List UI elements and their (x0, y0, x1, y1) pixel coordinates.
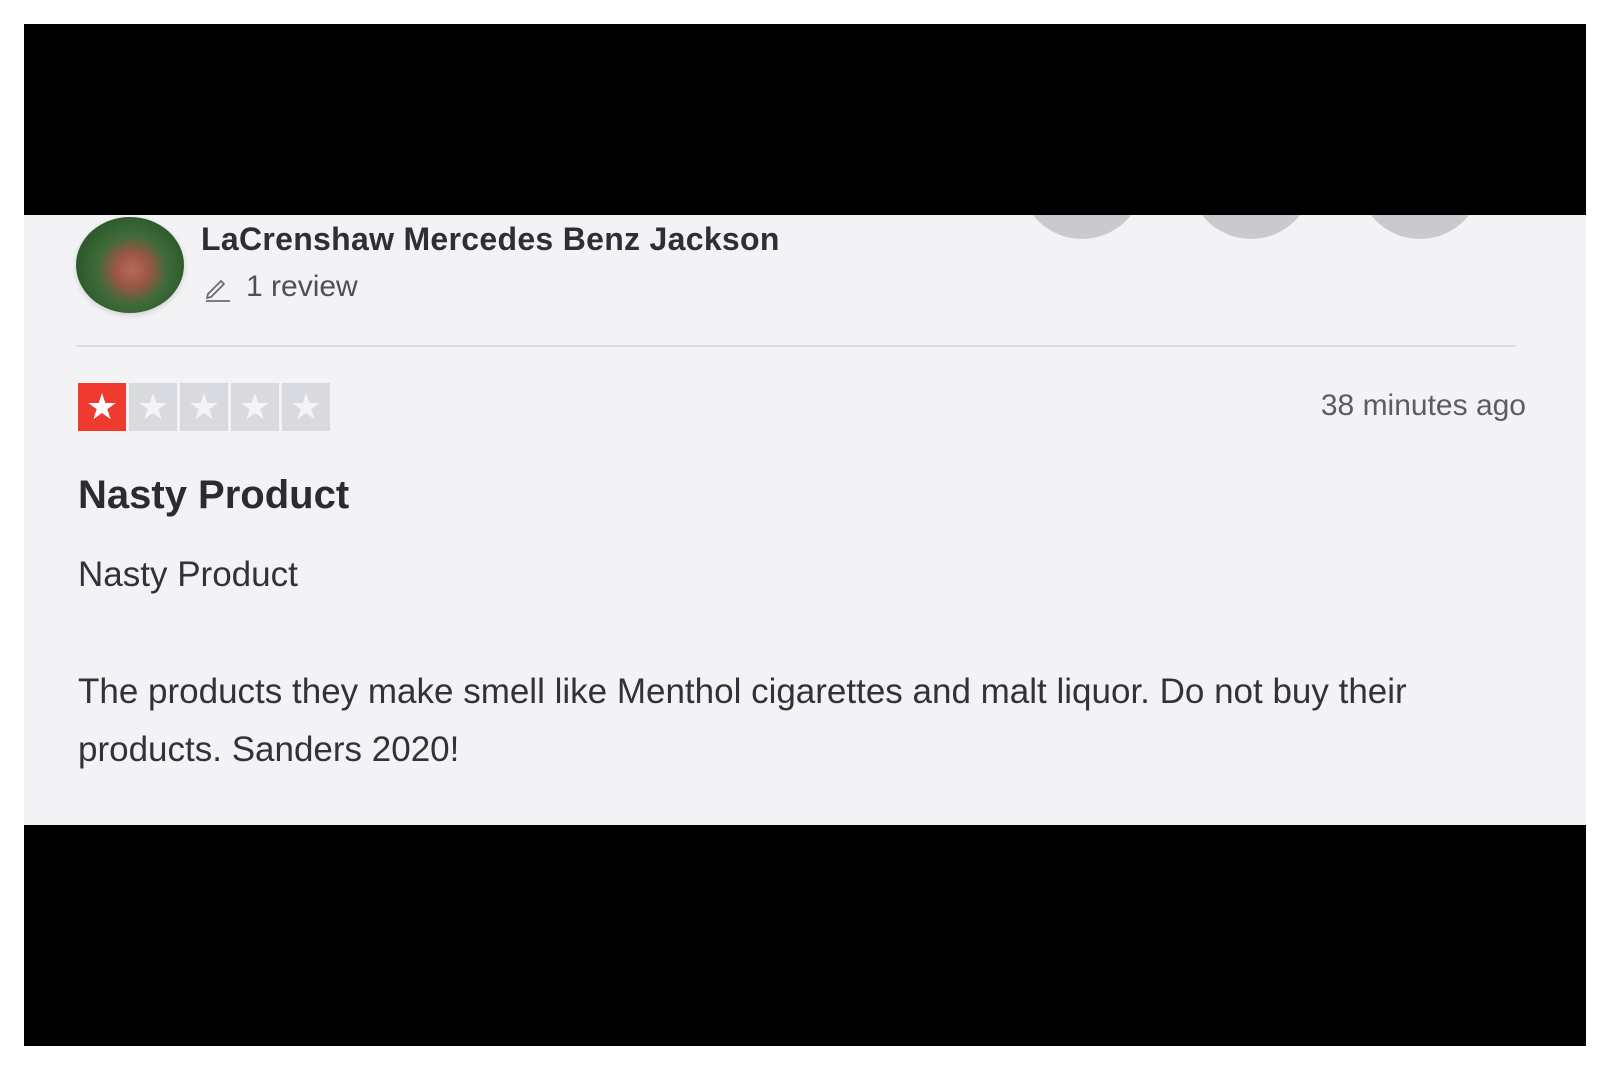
star-icon: ★ (282, 383, 330, 431)
reviewer-name[interactable]: LaCrenshaw Mercedes Benz Jackson (201, 221, 780, 258)
pencil-icon (206, 280, 230, 302)
avatar[interactable] (76, 217, 184, 313)
star-icon: ★ (129, 383, 177, 431)
review-title: Nasty Product (78, 473, 350, 517)
review-count-link[interactable]: 1 review (202, 267, 358, 307)
star-icon: ★ (180, 383, 228, 431)
background-circle (1020, 215, 1144, 239)
review-body: The products they make smell like Mentho… (78, 672, 1407, 769)
star-rating: ★ ★ ★ ★ ★ (78, 383, 330, 431)
star-icon: ★ (231, 383, 279, 431)
star-icon: ★ (78, 383, 126, 431)
review-subtitle: Nasty Product (78, 555, 298, 594)
background-circle (1189, 215, 1313, 239)
review-card: LaCrenshaw Mercedes Benz Jackson 1 revie… (24, 215, 1586, 825)
background-circle (1358, 215, 1482, 239)
review-timestamp: 38 minutes ago (1320, 389, 1526, 422)
video-frame: LaCrenshaw Mercedes Benz Jackson 1 revie… (24, 24, 1586, 1046)
divider (76, 345, 1516, 347)
review-count: 1 review (246, 270, 358, 303)
